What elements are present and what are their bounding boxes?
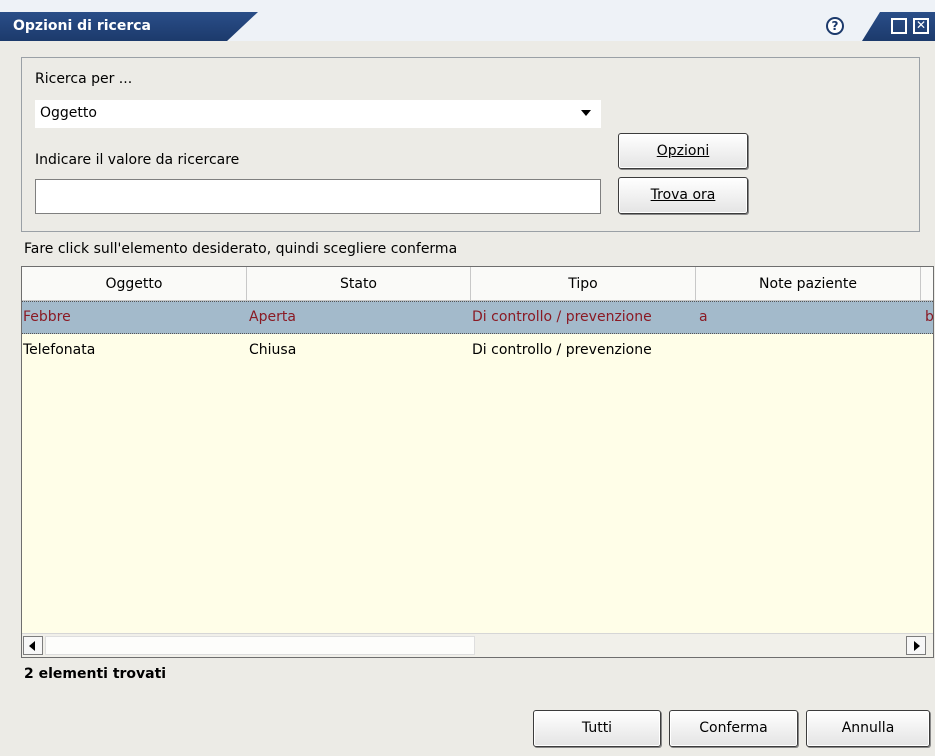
scroll-left-button[interactable] bbox=[23, 636, 43, 655]
confirm-button-label: Conferma bbox=[699, 720, 768, 736]
find-now-button[interactable]: Trova ora bbox=[618, 177, 748, 214]
arrow-right-icon bbox=[914, 641, 920, 651]
close-icon[interactable]: ✕ bbox=[913, 18, 929, 34]
search-value-input[interactable] bbox=[35, 179, 601, 214]
search-value-label: Indicare il valore da ricercare bbox=[35, 152, 240, 168]
column-header-note-paziente[interactable]: Note paziente bbox=[696, 267, 921, 300]
search-by-label: Ricerca per ... bbox=[35, 71, 133, 87]
dropdown-arrow-icon[interactable] bbox=[581, 110, 591, 116]
cell-oggetto: Febbre bbox=[23, 309, 71, 325]
search-by-value: Oggetto bbox=[40, 105, 97, 121]
scrollbar-thumb[interactable] bbox=[45, 636, 475, 655]
options-button[interactable]: Opzioni bbox=[618, 133, 748, 169]
results-table: Oggetto Stato Tipo Note paziente Febbre … bbox=[21, 266, 934, 658]
all-button-label: Tutti bbox=[581, 720, 613, 736]
table-header: Oggetto Stato Tipo Note paziente bbox=[22, 267, 933, 301]
cell-stato: Chiusa bbox=[249, 342, 297, 358]
cell-stato: Aperta bbox=[249, 309, 296, 325]
table-row[interactable]: Febbre Aperta Di controllo / prevenzione… bbox=[22, 301, 933, 334]
help-icon[interactable]: ? bbox=[826, 17, 844, 35]
cell-extra: b bbox=[925, 309, 934, 325]
table-row[interactable]: Telefonata Chiusa Di controllo / prevenz… bbox=[22, 334, 933, 367]
column-header-tipo[interactable]: Tipo bbox=[471, 267, 696, 300]
search-by-select[interactable]: Oggetto bbox=[35, 100, 601, 128]
cell-note: a bbox=[699, 309, 708, 325]
window-title: Opzioni di ricerca bbox=[13, 18, 151, 34]
all-button[interactable]: Tutti bbox=[533, 710, 661, 747]
cell-tipo: Di controllo / prevenzione bbox=[472, 309, 652, 325]
title-tab: Opzioni di ricerca bbox=[0, 12, 258, 41]
arrow-left-icon bbox=[29, 641, 35, 651]
find-now-button-label: Trova ora bbox=[650, 187, 716, 203]
instructions-text: Fare click sull'elemento desiderato, qui… bbox=[24, 241, 458, 257]
options-button-label: Opzioni bbox=[656, 143, 710, 159]
horizontal-scrollbar[interactable] bbox=[22, 633, 933, 657]
maximize-icon[interactable] bbox=[891, 18, 907, 34]
cell-oggetto: Telefonata bbox=[23, 342, 96, 358]
cancel-button-label: Annulla bbox=[841, 720, 895, 736]
column-header-stato[interactable]: Stato bbox=[247, 267, 471, 300]
confirm-button[interactable]: Conferma bbox=[669, 710, 798, 747]
column-header-oggetto[interactable]: Oggetto bbox=[22, 267, 247, 300]
title-bar: Opzioni di ricerca ? ✕ bbox=[0, 0, 935, 41]
result-count: 2 elementi trovati bbox=[24, 666, 167, 682]
scroll-right-button[interactable] bbox=[906, 636, 926, 655]
cell-tipo: Di controllo / prevenzione bbox=[472, 342, 652, 358]
cancel-button[interactable]: Annulla bbox=[806, 710, 930, 747]
